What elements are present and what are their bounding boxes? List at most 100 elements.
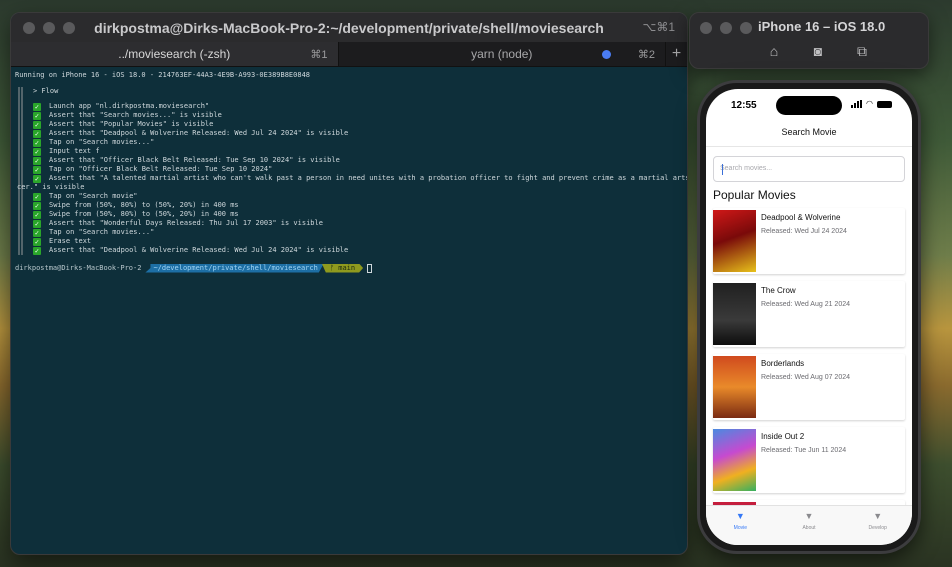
minimize-button[interactable] [43, 22, 55, 34]
movie-card[interactable]: Borderlands Released: Wed Aug 07 2024 [713, 354, 905, 420]
flow-step: ✓ Tap on "Officer Black Belt Released: Tu… [33, 165, 273, 174]
movie-title: The Crow [761, 286, 796, 295]
movie-poster [713, 429, 756, 491]
flow-step: ✓ Tap on "Search movies..." [33, 138, 155, 147]
battery-icon [877, 100, 892, 108]
triangle-down-icon: ▼ [804, 511, 814, 521]
checkmark-icon: ✓ [33, 147, 41, 156]
flow-step: ✓ Assert that "Deadpool & Wolverine Relea… [33, 129, 349, 138]
checkmark-icon: ✓ [33, 138, 41, 147]
zoom-button[interactable] [740, 22, 752, 34]
checkmark-icon: ✓ [33, 201, 41, 210]
flow-step: ✓ Assert that "Deadpool & Wolverine Relea… [33, 246, 349, 255]
window-shortcut: ⌥⌘1 [642, 20, 675, 34]
checkmark-icon: ✓ [33, 192, 41, 201]
flow-step: ✓ Assert that "A talented martial artist … [33, 174, 688, 183]
tab-about[interactable]: ▼ About [775, 506, 844, 545]
movie-card[interactable]: Deadpool & Wolverine Released: Wed Jul 2… [713, 208, 905, 274]
status-time: 12:55 [731, 100, 757, 111]
flow-step: ✓ Launch app "nl.dirkpostma.moviesearch" [33, 102, 210, 111]
prompt-git-branch: ᚠ main [322, 264, 363, 273]
checkmark-icon: ✓ [33, 165, 41, 174]
movie-release-date: Released: Wed Aug 07 2024 [761, 374, 850, 381]
status-bar: 12:55 ◠ [706, 89, 912, 119]
checkmark-icon: ✓ [33, 120, 41, 129]
rotate-icon[interactable]: ⧉ [853, 43, 871, 59]
simulator-toolbar: ⌂ ◙ ⧉ [765, 43, 871, 59]
flow-step: ✓ Swipe from (50%, 80%) to (50%, 20%) in … [33, 201, 239, 210]
tab-label: yarn (node) [471, 47, 533, 61]
movie-poster [713, 210, 756, 272]
tab-label: ../moviesearch (-zsh) [118, 47, 231, 61]
movie-card[interactable]: Inside Out 2 Released: Tue Jun 11 2024 [713, 427, 905, 493]
flow-step: ✓ Assert that "Wonderful Days Released: T… [33, 219, 323, 228]
activity-dot-icon [602, 50, 611, 59]
phone-screen[interactable]: 12:55 ◠ Search Movie Search movies... Po… [706, 89, 912, 545]
tab-zsh[interactable]: ../moviesearch (-zsh) ⌘1 [11, 42, 338, 66]
movie-release-date: Released: Wed Aug 21 2024 [761, 301, 850, 308]
flow-step: ✓ Tap on "Search movie" [33, 192, 138, 201]
checkmark-icon: ✓ [33, 129, 41, 138]
movie-title: Borderlands [761, 359, 805, 368]
movie-release-date: Released: Tue Jun 11 2024 [761, 447, 847, 454]
flow-step: ✓ Tap on "Search movies..." [33, 228, 155, 237]
simulator-window: iPhone 16 – iOS 18.0 ⌂ ◙ ⧉ [689, 12, 929, 69]
movie-release-date: Released: Wed Jul 24 2024 [761, 228, 847, 235]
screenshot-icon[interactable]: ◙ [809, 43, 827, 59]
home-icon[interactable]: ⌂ [765, 43, 783, 59]
checkmark-icon: ✓ [33, 174, 41, 183]
flow-step-continuation: cer." is visible [17, 183, 85, 191]
checkmark-icon: ✓ [33, 237, 41, 246]
shell-prompt: dirkpostma@Dirks-MacBook-Pro-2 ~/develop… [15, 263, 683, 273]
prompt-user: dirkpostma@Dirks-MacBook-Pro-2 [15, 263, 142, 272]
bottom-tab-bar: ▼ Movie ▼ About ▼ Develop [706, 505, 912, 545]
dynamic-island [776, 96, 842, 115]
movie-card[interactable]: The Crow Released: Wed Aug 21 2024 [713, 281, 905, 347]
triangle-down-icon: ▼ [735, 511, 745, 521]
text-cursor [367, 263, 373, 273]
zoom-button[interactable] [63, 22, 75, 34]
flow-step: ✓ Assert that "Search movies..." is visib… [33, 111, 222, 120]
minimize-button[interactable] [720, 22, 732, 34]
tab-develop[interactable]: ▼ Develop [843, 506, 912, 545]
tab-label: Develop [868, 525, 887, 531]
simulator-title: iPhone 16 – iOS 18.0 [758, 19, 886, 34]
terminal-output[interactable]: Running on iPhone 16 - iOS 18.0 - 214763… [11, 67, 687, 273]
nav-title: Search Movie [706, 119, 912, 147]
movie-title: Deadpool & Wolverine [761, 213, 841, 222]
flow-block: > Flow ✓ Launch app "nl.dirkpostma.movies… [17, 87, 688, 255]
flow-step: ✓ Erase text [33, 237, 92, 246]
close-button[interactable] [700, 22, 712, 34]
checkmark-icon: ✓ [33, 156, 41, 165]
checkmark-icon: ✓ [33, 228, 41, 237]
terminal-titlebar[interactable]: dirkpostma@Dirks-MacBook-Pro-2:~/develop… [11, 13, 687, 42]
checkmark-icon: ✓ [33, 219, 41, 228]
movie-poster [713, 283, 756, 345]
tab-shortcut: ⌘2 [637, 49, 655, 61]
close-button[interactable] [23, 22, 35, 34]
checkmark-icon: ✓ [33, 210, 41, 219]
flow-header: > Flow [33, 87, 59, 95]
tab-label: Movie [733, 525, 747, 531]
flow-step: ✓ Input text f [33, 147, 100, 156]
prompt-path: ~/development/private/shell/moviesearch [145, 264, 323, 273]
terminal-tabbar: ../moviesearch (-zsh) ⌘1 yarn (node) ⌘2 … [11, 42, 687, 67]
movie-poster [713, 356, 756, 418]
iphone-device: 12:55 ◠ Search Movie Search movies... Po… [697, 80, 921, 554]
window-controls [700, 22, 752, 34]
flow-step: ✓ Assert that "Officer Black Belt Release… [33, 156, 340, 165]
flow-step: ✓ Swipe from (50%, 80%) to (50%, 20%) in … [33, 210, 239, 219]
terminal-window: dirkpostma@Dirks-MacBook-Pro-2:~/develop… [10, 12, 688, 555]
checkmark-icon: ✓ [33, 111, 41, 120]
tab-movie[interactable]: ▼ Movie [706, 506, 775, 545]
run-line: Running on iPhone 16 - iOS 18.0 - 214763… [15, 71, 311, 79]
status-icons: ◠ [851, 100, 892, 108]
search-input[interactable]: Search movies... [713, 156, 905, 182]
checkmark-icon: ✓ [33, 246, 41, 255]
tab-label: About [802, 525, 816, 531]
new-tab-button[interactable]: + [665, 42, 687, 66]
triangle-down-icon: ▼ [873, 511, 883, 521]
terminal-title: dirkpostma@Dirks-MacBook-Pro-2:~/develop… [94, 19, 604, 36]
tab-yarn[interactable]: yarn (node) ⌘2 [337, 42, 665, 66]
window-controls [23, 22, 75, 34]
